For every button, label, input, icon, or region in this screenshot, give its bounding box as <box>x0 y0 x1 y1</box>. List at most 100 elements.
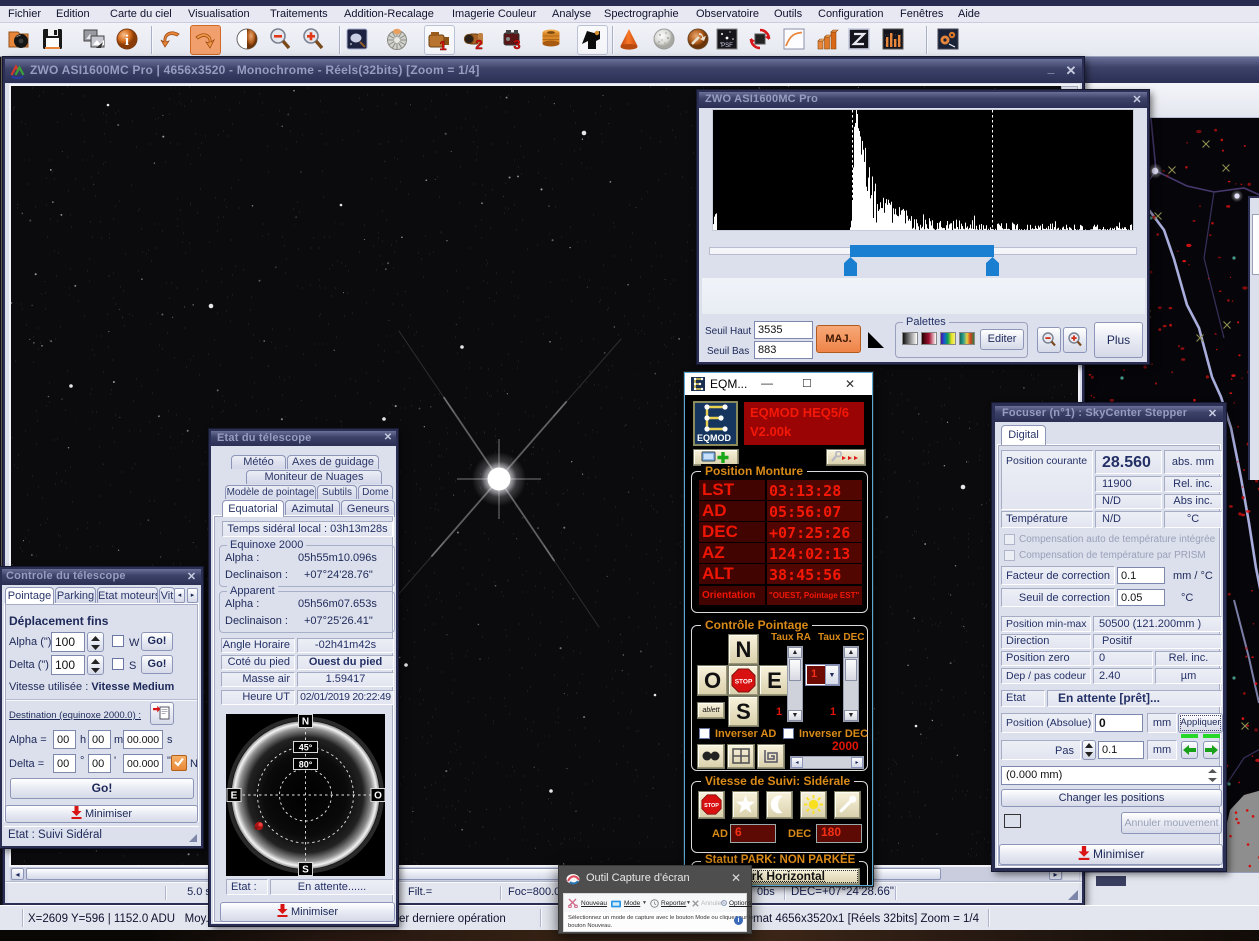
palette-red[interactable] <box>921 332 937 345</box>
dest-delta-m-input[interactable] <box>88 754 111 773</box>
s-checkbox[interactable] <box>112 658 124 670</box>
spiral-button[interactable] <box>757 744 785 769</box>
controle-titlebar[interactable]: Controle du télescope ✕ <box>2 569 201 585</box>
psf-button[interactable]: PSF <box>713 25 744 55</box>
annuler-mouvement-button[interactable]: Annuler mouvement <box>1121 812 1222 834</box>
window-button[interactable] <box>727 744 755 769</box>
seuil-bas-input[interactable] <box>754 341 813 359</box>
gradient-triangle-icon[interactable] <box>867 331 887 351</box>
n-checkbox[interactable] <box>171 755 187 771</box>
hscroll-left-arrow[interactable]: ◂ <box>11 868 24 880</box>
alpha-stepper[interactable] <box>87 632 104 652</box>
tab-parking[interactable]: Parking <box>55 587 96 604</box>
maj-button[interactable]: MAJ. <box>816 325 861 353</box>
histogram-plot[interactable] <box>712 109 1134 231</box>
device-3-button[interactable]: 3 <box>498 25 529 55</box>
comp-auto-checkbox[interactable] <box>1004 534 1015 545</box>
search-button[interactable] <box>697 744 725 769</box>
slew-north-button[interactable]: N <box>728 634 759 665</box>
guide-scrollbar[interactable]: ◂ ▸ <box>790 756 864 769</box>
resize-grip-icon[interactable] <box>1067 889 1079 901</box>
track-sidereal-button[interactable] <box>732 791 759 819</box>
tab-vit[interactable]: Vit <box>159 587 175 604</box>
sky-chart-titlebar[interactable] <box>1081 57 1259 83</box>
bar-chart-button[interactable] <box>813 25 844 55</box>
etat-minimiser-button[interactable]: Minimiser <box>220 902 395 922</box>
barrel-button[interactable] <box>537 25 568 55</box>
seuil-corr-input[interactable] <box>1117 589 1165 606</box>
reporter-dropdown-arrow[interactable]: ▼ <box>686 900 691 906</box>
dest-delta-s-input[interactable] <box>123 754 163 773</box>
tab-moniteur-de-nuages[interactable]: Moniteur de Nuages <box>246 470 382 484</box>
image-hscrollbar[interactable]: ◂ ▸ <box>10 867 1080 881</box>
cone-button[interactable] <box>615 25 646 55</box>
palette-grey[interactable] <box>902 332 918 345</box>
delta-input[interactable] <box>51 655 85 675</box>
focuser-titlebar[interactable]: Focuser (n°1) : SkyCenter Stepper ✕ <box>995 406 1223 422</box>
pas-stepper[interactable] <box>1082 740 1096 760</box>
threshold-low-marker[interactable] <box>852 110 853 230</box>
tabs-scroll-left[interactable]: ◂ <box>174 588 185 603</box>
slew-east-button[interactable]: E <box>759 665 790 696</box>
etat-titlebar[interactable]: Etat du télescope ✕ <box>211 431 396 446</box>
menu-fen-tres[interactable]: Fenêtres <box>900 7 943 22</box>
tab-axes-de-guidage[interactable]: Axes de guidage <box>287 455 379 469</box>
menu-carte-du-ciel[interactable]: Carte du ciel <box>110 7 172 22</box>
menu-spectrographie[interactable]: Spectrographie <box>604 7 679 22</box>
track-dec-value[interactable]: 180 <box>816 824 862 843</box>
w-checkbox[interactable] <box>112 635 124 647</box>
copy-image-button[interactable] <box>80 25 111 55</box>
dest-alpha-s-input[interactable] <box>123 730 163 749</box>
z-frame-button[interactable] <box>845 25 876 55</box>
eqmod-maximize-icon[interactable]: ☐ <box>802 377 812 390</box>
tab-digital[interactable]: Digital <box>1001 425 1046 445</box>
positions-combo[interactable]: (0.000 mm) <box>1001 766 1222 785</box>
capture-mode-button[interactable]: Mode <box>624 900 640 907</box>
eqmod-close-icon[interactable]: ✕ <box>845 377 855 391</box>
slew-west-button[interactable]: O <box>697 665 728 696</box>
taux-ra-thumb[interactable] <box>789 659 801 681</box>
hist-zoom-out-button[interactable] <box>1037 327 1061 353</box>
menu-observatoire[interactable]: Observatoire <box>696 7 759 22</box>
slew-stop-button[interactable]: STOP <box>728 665 759 696</box>
focuser-small-checkbox[interactable] <box>1004 814 1021 828</box>
menu-aide[interactable]: Aide <box>958 7 980 22</box>
collimation-button[interactable] <box>684 25 715 55</box>
capture-titlebar[interactable]: Outil Capture d'écran ✕ <box>559 866 751 893</box>
appliquer-button[interactable]: Appliquer <box>1178 713 1223 733</box>
taux-dec-thumb[interactable] <box>845 659 857 681</box>
abort-button[interactable] <box>746 25 777 55</box>
rate-combo[interactable]: 1 ▼ <box>805 664 840 686</box>
range-slider-bar[interactable] <box>850 245 994 257</box>
rate-combo-arrow[interactable]: ▼ <box>825 665 839 685</box>
mode-dropdown-arrow[interactable]: ▼ <box>642 900 647 906</box>
image-window-minimize[interactable]: _ <box>1044 61 1058 75</box>
zoom-in-button[interactable] <box>299 25 330 55</box>
tab-mod-le-de-pointage[interactable]: Modèle de pointage <box>225 485 316 499</box>
menu-fichier[interactable]: Fichier <box>8 7 41 22</box>
taux-ra-slider[interactable]: ▲▼ <box>787 646 803 722</box>
eqmod-logo[interactable]: EQMOD <box>693 401 738 446</box>
go-big-button[interactable]: Go! <box>10 778 194 799</box>
contrast-button[interactable] <box>233 25 264 55</box>
eqmod-titlebar[interactable]: EQM... — ☐ ✕ <box>685 373 872 395</box>
capture-options-button[interactable]: Options <box>729 900 751 907</box>
guide-scroll-left[interactable]: ◂ <box>791 757 803 768</box>
tab-subtils[interactable]: Subtils <box>317 485 357 499</box>
image-view-button[interactable] <box>343 25 374 55</box>
menu-outils[interactable]: Outils <box>774 7 802 22</box>
track-lunar-button[interactable] <box>766 791 793 819</box>
slider-handle-high[interactable] <box>986 257 999 276</box>
menu-analyse[interactable]: Analyse <box>552 7 591 22</box>
inverser-dec-checkbox[interactable] <box>783 728 794 739</box>
menu-traitements[interactable]: Traitements <box>270 7 328 22</box>
save-button[interactable] <box>38 25 69 55</box>
facteur-input[interactable] <box>1117 567 1165 584</box>
camera-1-button[interactable]: 1 <box>424 25 455 55</box>
pos-abs-input[interactable] <box>1095 714 1143 732</box>
lens-2-button[interactable]: 2 <box>460 25 491 55</box>
hist-zoom-in-button[interactable] <box>1063 327 1087 353</box>
slew-south-button[interactable]: S <box>728 696 759 727</box>
tab-m-t-o[interactable]: Météo <box>231 455 286 469</box>
redo-button[interactable] <box>190 25 221 55</box>
